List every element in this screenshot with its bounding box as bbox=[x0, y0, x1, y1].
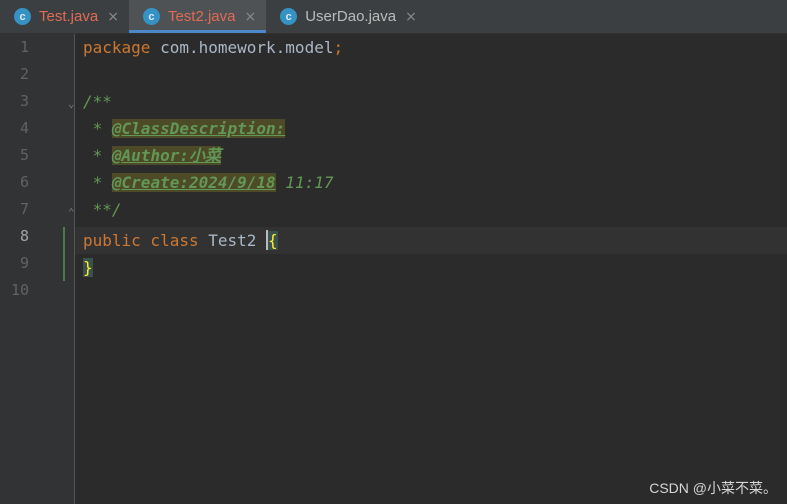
code-line-7[interactable]: **/ bbox=[83, 196, 122, 223]
doc-tag: @ClassDescription: bbox=[111, 119, 286, 138]
keyword: class bbox=[140, 231, 199, 250]
brace-open: { bbox=[268, 231, 278, 250]
tab-label: UserDao.java bbox=[305, 8, 397, 25]
code-line-1[interactable]: package com.homework.model; bbox=[83, 34, 343, 61]
tab-label: Test.java bbox=[39, 8, 99, 25]
keyword: package bbox=[83, 38, 151, 57]
code-line-5[interactable]: * @Author:小菜 bbox=[83, 142, 221, 169]
doc-comment-prefix: * bbox=[83, 173, 112, 192]
doc-comment-open: /** bbox=[83, 92, 112, 111]
code-line-3[interactable]: /** bbox=[83, 88, 112, 115]
vcs-change-bar[interactable] bbox=[63, 227, 65, 281]
tab-label: Test2.java bbox=[167, 8, 236, 25]
line-number: 10 bbox=[10, 281, 29, 299]
fold-open-icon[interactable]: ⌄ bbox=[68, 97, 79, 110]
tab-test-java[interactable]: c Test.java × bbox=[0, 0, 129, 33]
line-number: 7 bbox=[19, 200, 29, 218]
line-number: 6 bbox=[19, 173, 29, 191]
doc-comment-prefix: * bbox=[83, 119, 112, 138]
watermark: CSDN @小菜不菜。 bbox=[649, 480, 777, 496]
code-line-8[interactable]: public class Test2 { bbox=[83, 227, 278, 254]
line-number: 9 bbox=[19, 254, 29, 272]
tab-test2-java[interactable]: c Test2.java × bbox=[128, 0, 267, 33]
package-name: com.homework.model bbox=[150, 38, 334, 57]
close-icon[interactable]: × bbox=[405, 9, 417, 25]
close-icon[interactable]: × bbox=[244, 9, 256, 25]
line-number: 1 bbox=[19, 38, 29, 56]
line-number: 5 bbox=[19, 146, 29, 164]
doc-tag: @Create:2024/9/18 bbox=[111, 173, 276, 192]
code-line-6[interactable]: * @Create:2024/9/18 11:17 bbox=[83, 169, 333, 196]
doc-comment-text: 11:17 bbox=[275, 173, 334, 192]
code-line-4[interactable]: * @ClassDescription: bbox=[83, 115, 286, 142]
doc-tag: @Author:小菜 bbox=[111, 146, 221, 165]
doc-comment-close: **/ bbox=[83, 200, 122, 219]
class-icon: c bbox=[280, 8, 298, 25]
class-icon: c bbox=[14, 8, 31, 25]
tab-userdao-java[interactable]: c UserDao.java × bbox=[266, 0, 427, 33]
close-icon[interactable]: × bbox=[107, 9, 119, 25]
line-number-current: 8 bbox=[19, 227, 29, 245]
doc-comment-prefix: * bbox=[83, 146, 112, 165]
semicolon: ; bbox=[333, 38, 344, 57]
class-icon: c bbox=[142, 8, 160, 25]
editor-tab-bar: c Test.java × c Test2.java × c UserDao.j… bbox=[0, 0, 787, 34]
fold-close-icon[interactable]: ⌃ bbox=[68, 206, 79, 219]
keyword: public bbox=[83, 231, 141, 250]
line-number: 4 bbox=[19, 119, 29, 137]
line-number: 3 bbox=[19, 92, 29, 110]
brace-close: } bbox=[83, 258, 93, 277]
class-name: Test2 bbox=[198, 231, 267, 250]
code-line-9[interactable]: } bbox=[83, 254, 93, 281]
line-number: 2 bbox=[19, 65, 29, 83]
